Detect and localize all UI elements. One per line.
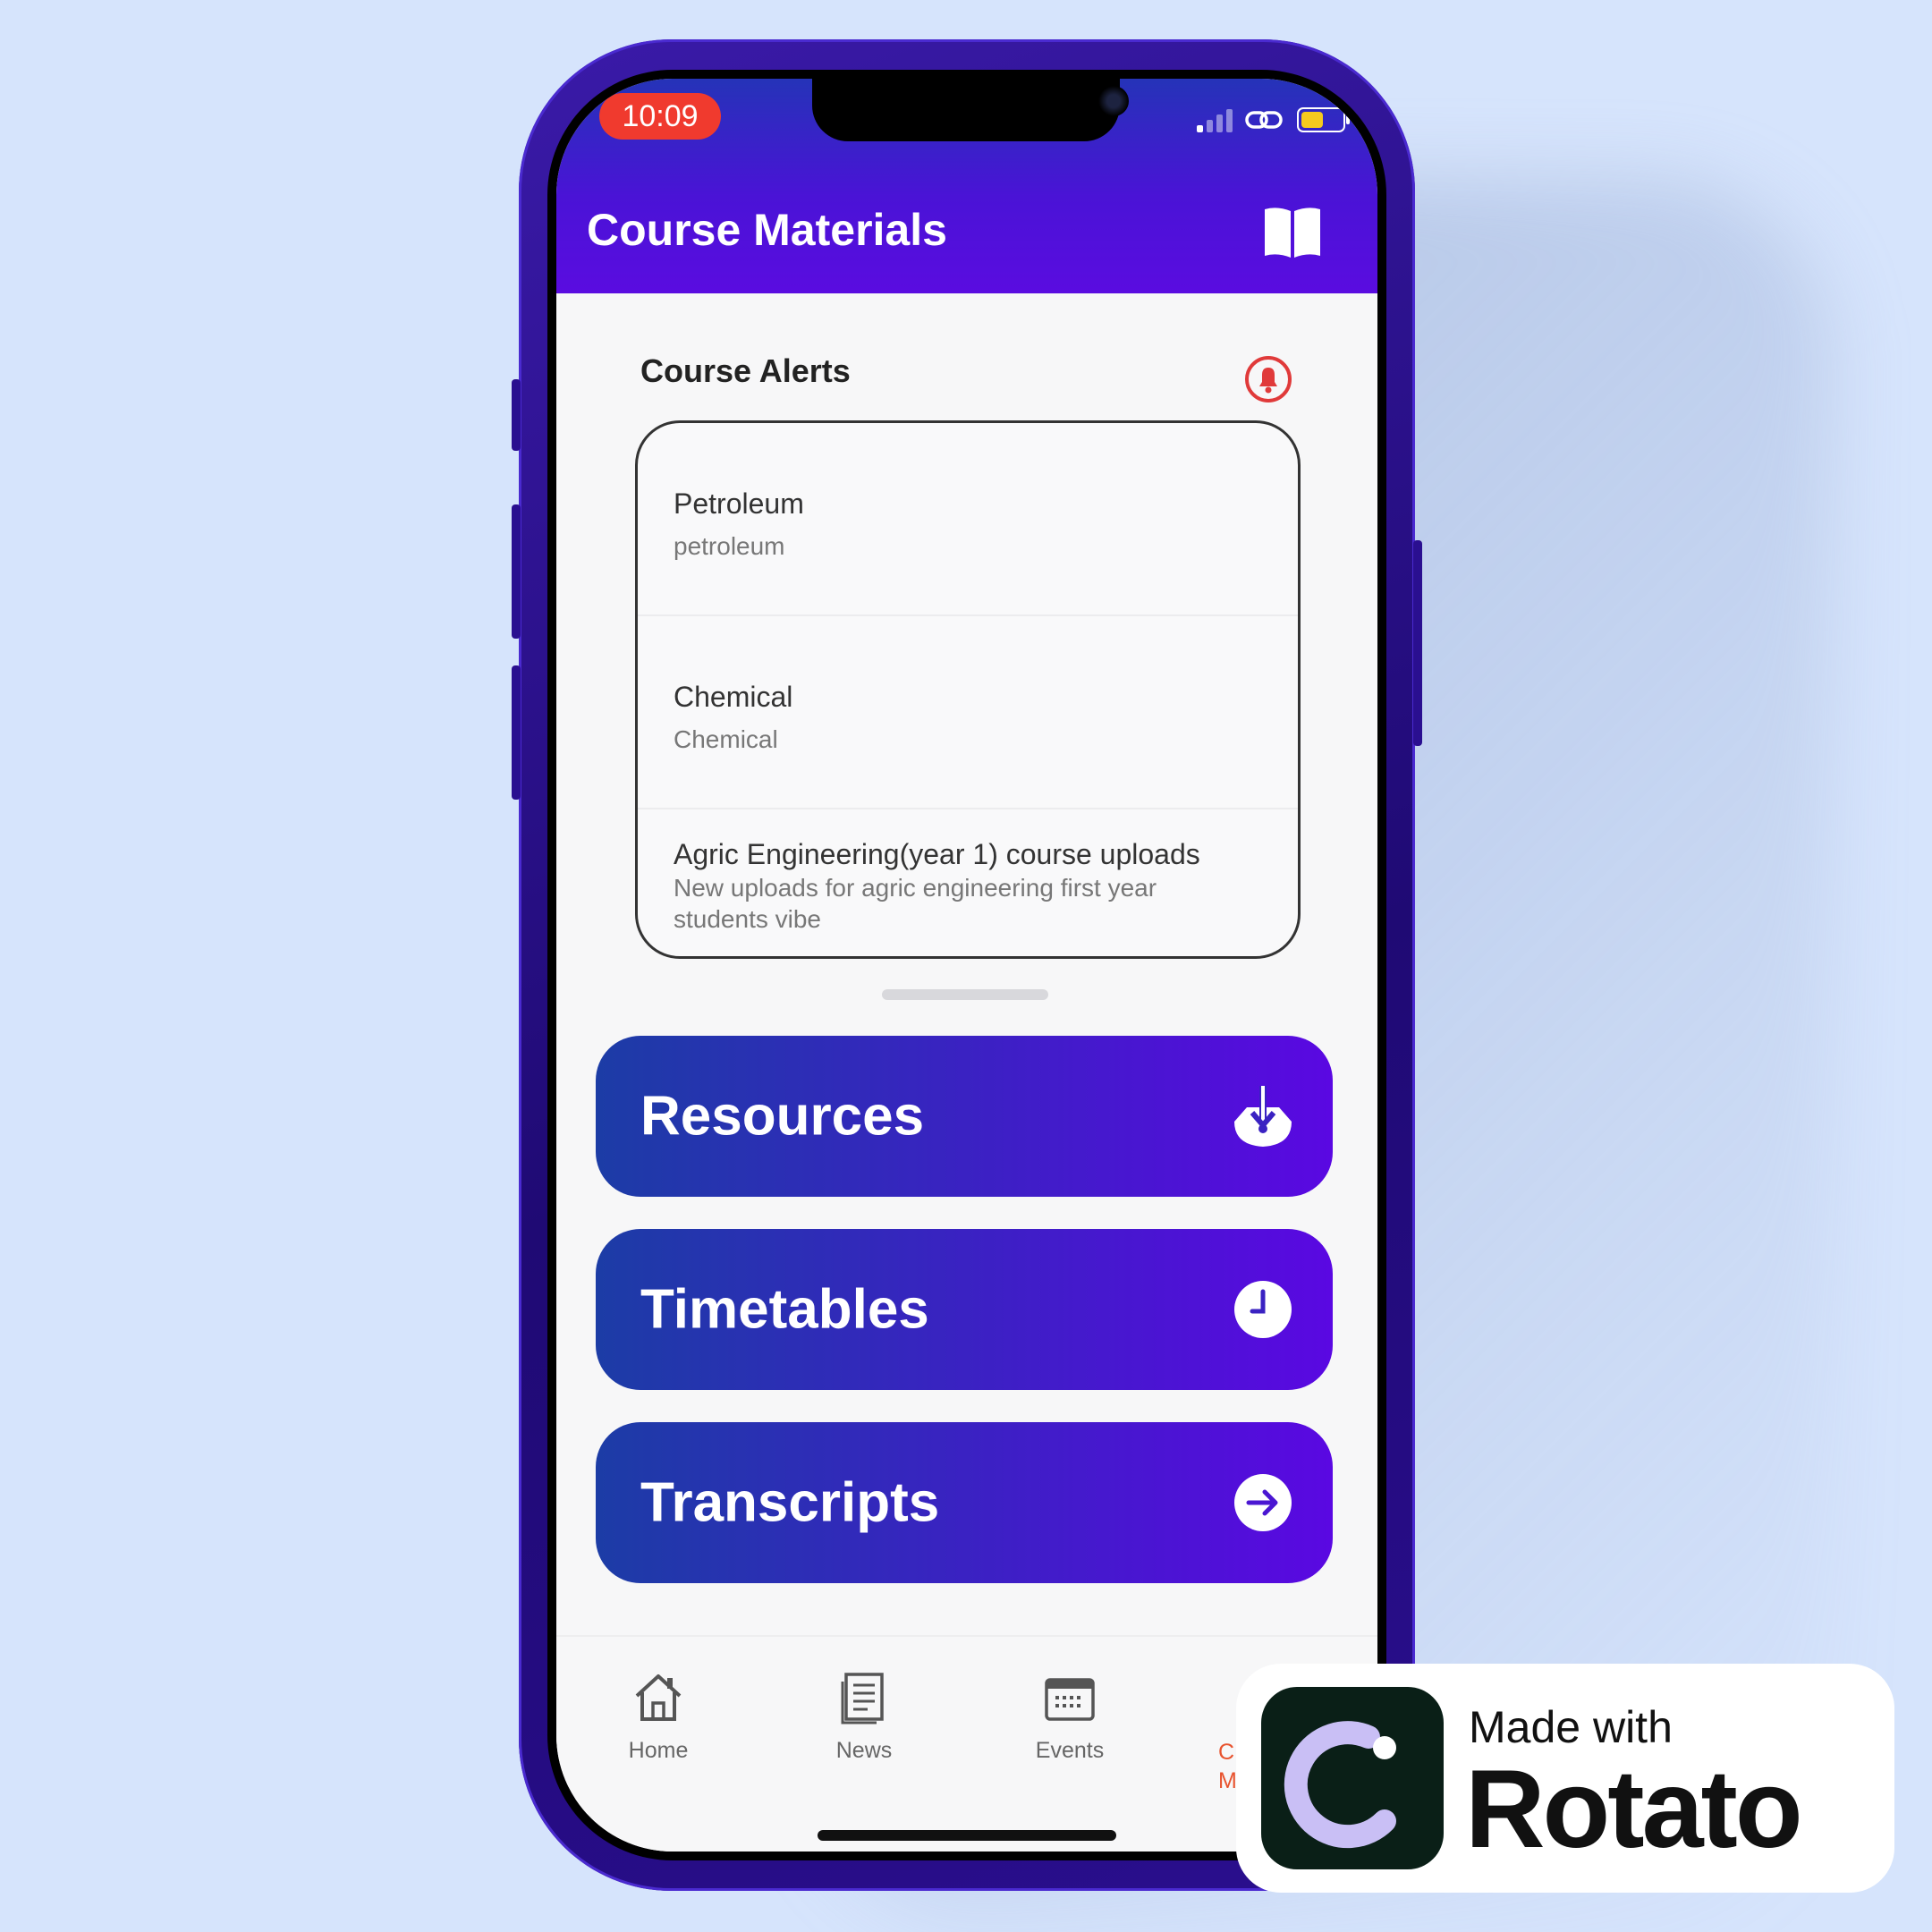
news-icon xyxy=(841,1673,884,1724)
notch xyxy=(812,79,1129,141)
link-icon xyxy=(1245,111,1283,129)
alert-subtitle: Chemical xyxy=(674,725,778,753)
battery-icon xyxy=(1297,107,1350,132)
badge-rotato: Rotato xyxy=(1465,1748,1803,1871)
alerts-title: Course Alerts xyxy=(640,352,851,389)
app-header: 10:09 Course Materials xyxy=(556,79,1377,293)
alert-item-agric-engineering[interactable]: Agric Engineering(year 1) course uploads… xyxy=(638,809,1298,956)
tab-home-label: Home xyxy=(628,1738,689,1763)
alert-item-chemical[interactable]: Chemical Chemical xyxy=(638,616,1298,809)
alert-subtitle: petroleum xyxy=(674,532,785,560)
tab-events[interactable]: Events xyxy=(1007,1669,1132,1764)
arrow-right-circle-icon xyxy=(1234,1474,1292,1531)
home-indicator xyxy=(818,1830,1116,1841)
alert-title: Agric Engineering(year 1) course uploads xyxy=(674,838,1200,870)
timetables-label: Timetables xyxy=(640,1278,929,1341)
camera xyxy=(1098,86,1129,116)
alert-subtitle: New uploads for agric engineering first … xyxy=(674,874,1157,933)
page-title: Course Materials xyxy=(587,205,947,255)
home-icon xyxy=(635,1674,682,1721)
alert-title: Petroleum xyxy=(674,487,804,520)
book-open-icon[interactable] xyxy=(1261,204,1324,261)
scroll-handle[interactable] xyxy=(882,989,1048,1000)
calendar-icon xyxy=(1045,1678,1095,1721)
status-time: 10:09 xyxy=(599,93,721,140)
download-tray-icon xyxy=(1234,1086,1292,1147)
resources-button[interactable]: Resources xyxy=(596,1036,1333,1197)
rotato-logo-icon xyxy=(1284,1721,1396,1849)
bell-icon[interactable] xyxy=(1243,354,1293,404)
tab-news[interactable]: News xyxy=(801,1669,927,1764)
clock-icon xyxy=(1234,1281,1292,1338)
tab-news-label: News xyxy=(835,1738,893,1763)
alerts-list: Petroleum petroleum Chemical Chemical Ag… xyxy=(635,420,1301,959)
rotato-logo xyxy=(1261,1687,1444,1869)
transcripts-button[interactable]: Transcripts xyxy=(596,1422,1333,1583)
alert-item-petroleum[interactable]: Petroleum petroleum xyxy=(638,423,1298,616)
timetables-button[interactable]: Timetables xyxy=(596,1229,1333,1390)
status-icons xyxy=(1197,107,1350,132)
transcripts-label: Transcripts xyxy=(640,1471,940,1534)
signal-icon xyxy=(1197,107,1233,132)
tab-events-label: Events xyxy=(1035,1738,1105,1763)
app-screen: 10:09 Course Materials Course Alerts Pet… xyxy=(556,79,1377,1852)
resources-label: Resources xyxy=(640,1085,925,1148)
tab-home[interactable]: Home xyxy=(596,1669,721,1764)
made-with-rotato-badge: Made with Rotato xyxy=(1236,1664,1894,1893)
alert-title: Chemical xyxy=(674,681,793,713)
